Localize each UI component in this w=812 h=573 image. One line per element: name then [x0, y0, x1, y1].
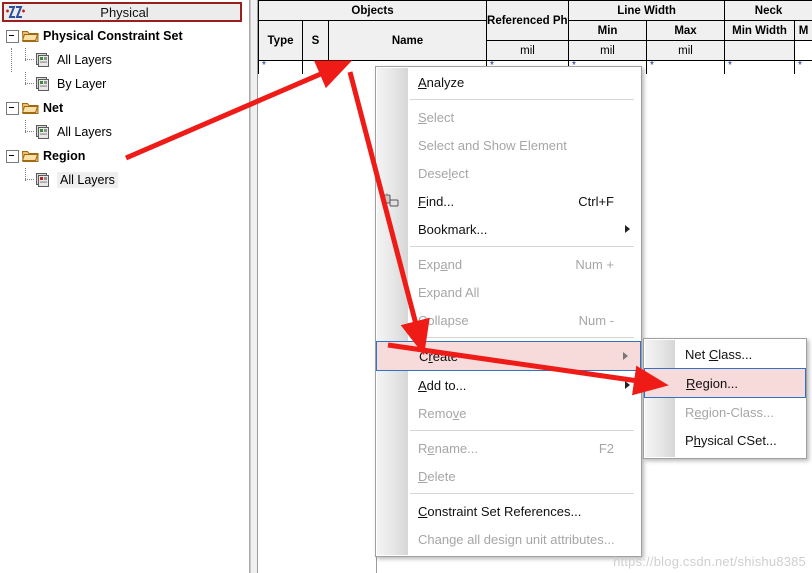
create-submenu: Net Class... Region... Region-Class... P… [643, 338, 807, 459]
col-header-line-width-max[interactable]: Max [646, 20, 726, 41]
unit-line-width-min: mil [486, 40, 570, 61]
layers-icon [36, 52, 52, 68]
menu-item-find[interactable]: Find... Ctrl+F [408, 187, 640, 215]
menu-item-label: Bookmark... [418, 221, 488, 237]
chevron-right-icon [625, 225, 630, 233]
layers-icon [36, 76, 52, 92]
group-header-referenced-physical-cset[interactable]: Referenced Physical CSet [486, 0, 570, 41]
menu-shortcut-find: Ctrl+F [578, 193, 614, 209]
menu-separator [410, 430, 634, 431]
menu-separator [410, 337, 634, 338]
menu-item-analyze[interactable]: AAnalyzenalyze [408, 68, 640, 96]
tree-guide-line [11, 48, 12, 72]
context-menu-gutter [377, 68, 408, 555]
col-header-line-width-min[interactable]: Min [568, 20, 648, 41]
tree-node-label: By Layer [57, 77, 107, 91]
chevron-right-icon [623, 352, 628, 360]
tree-node-pcs-by-layer[interactable]: By Layer [0, 72, 249, 96]
menu-item-delete[interactable]: Delete [408, 462, 640, 490]
menu-item-select[interactable]: Select [408, 103, 640, 131]
col-header-s[interactable]: S [302, 20, 329, 61]
submenu-item-region-class[interactable]: Region-Class... [675, 398, 805, 426]
menu-item-bookmark[interactable]: Bookmark... [408, 215, 640, 243]
submenu-gutter [645, 340, 675, 457]
menu-item-constraint-set-references[interactable]: Constraint Set References... [408, 497, 640, 525]
tree-node-net-all-layers[interactable]: All Layers [0, 120, 249, 144]
layers-icon [36, 172, 52, 188]
menu-shortcut-collapse: Num - [578, 312, 614, 328]
group-header-line-width[interactable]: Line Width [568, 0, 726, 21]
col-header-name[interactable]: Name [327, 20, 488, 61]
col-header-neck-min-width[interactable]: Min Width [724, 20, 796, 41]
tree-node-pcs-all-layers[interactable]: All Layers [0, 48, 249, 72]
tree-node-region-all-layers[interactable]: All Layers [0, 168, 249, 192]
unit-line-width-max: mil [568, 40, 648, 61]
group-header-neck[interactable]: Neck [724, 0, 812, 21]
grid-left-column-area [258, 74, 377, 573]
menu-shortcut-expand: Num + [575, 256, 614, 272]
submenu-items: Net Class... Region... Region-Class... P… [644, 340, 806, 457]
menu-item-add-to[interactable]: Add to... [408, 371, 640, 399]
panel-splitter[interactable] [250, 0, 258, 573]
menu-item-collapse[interactable]: Collapse Num - [408, 306, 640, 334]
cursor-icon [382, 193, 402, 214]
tree-elbow [20, 168, 36, 192]
layers-icon [36, 124, 52, 140]
folder-icon [21, 29, 39, 43]
menu-item-create[interactable]: Create [376, 341, 641, 371]
menu-item-label: Expand All [418, 284, 480, 300]
tree-node-label: Net [43, 101, 64, 115]
tree-node-label: All Layers [57, 125, 112, 139]
context-menu-items: AAnalyzenalyze Select Select and Show El… [376, 68, 641, 555]
expander-icon[interactable] [6, 149, 19, 163]
watermark: https://blog.csdn.net/shishu8385 [613, 554, 806, 569]
tree-node-net[interactable]: Net [0, 96, 249, 120]
app-root: Physical Physical Constraint Set All Lay… [0, 0, 812, 573]
tree-node-label: All Layers [57, 172, 118, 188]
chevron-right-icon [625, 381, 630, 389]
menu-shortcut-rename: F2 [598, 440, 614, 456]
tree-panel-title: Physical [100, 4, 149, 20]
unit-neck-m [724, 40, 796, 61]
physical-tree-panel: Physical Physical Constraint Set All Lay… [0, 0, 250, 573]
menu-item-rename[interactable]: Rename... F2 [408, 434, 640, 462]
tree-node-region[interactable]: Region [0, 144, 249, 168]
group-header-objects[interactable]: Objects [258, 0, 488, 21]
tree-node-physical-constraint-set[interactable]: Physical Constraint Set [0, 24, 249, 48]
tree-elbow [20, 120, 36, 144]
grid-group-header-row: Objects Referenced Physical CSet Line Wi… [258, 0, 812, 41]
menu-separator [410, 493, 634, 494]
menu-item-remove[interactable]: Remove [408, 399, 640, 427]
menu-item-label: Select and Show Element [418, 137, 567, 153]
expander-icon[interactable] [6, 29, 19, 43]
unit-neck-min-width: mil [646, 40, 726, 61]
tree-elbow [20, 72, 36, 96]
submenu-item-physical-cset[interactable]: Physical CSet... [675, 426, 805, 454]
menu-item-label: Change all design unit attributes... [418, 531, 615, 547]
menu-item-expand-all[interactable]: Expand All [408, 278, 640, 306]
tree-node-label: All Layers [57, 53, 112, 67]
tree-body: Physical Constraint Set All Layers By La… [0, 24, 249, 573]
tree-node-label: Physical Constraint Set [43, 29, 183, 43]
tree-node-label: Region [43, 149, 86, 163]
folder-icon [21, 101, 39, 115]
menu-item-expand[interactable]: Expand Num + [408, 250, 640, 278]
submenu-item-region[interactable]: Region... [644, 368, 806, 398]
menu-separator [410, 246, 634, 247]
folder-icon [21, 149, 39, 163]
col-header-neck-m[interactable]: M [794, 20, 812, 41]
menu-item-change-all-design-unit-attributes[interactable]: Change all design unit attributes... [408, 525, 640, 553]
context-menu: AAnalyzenalyze Select Select and Show El… [375, 66, 642, 557]
submenu-item-net-class[interactable]: Net Class... [675, 340, 805, 368]
menu-item-select-and-show-element[interactable]: Select and Show Element [408, 131, 640, 159]
tree-elbow [20, 48, 36, 72]
tree-panel-header[interactable]: Physical [2, 2, 242, 22]
menu-item-deselect[interactable]: Deselect [408, 159, 640, 187]
waveform-icon [5, 4, 27, 20]
menu-separator [410, 99, 634, 100]
expander-icon[interactable] [6, 101, 19, 115]
col-header-type[interactable]: Type [258, 20, 303, 61]
